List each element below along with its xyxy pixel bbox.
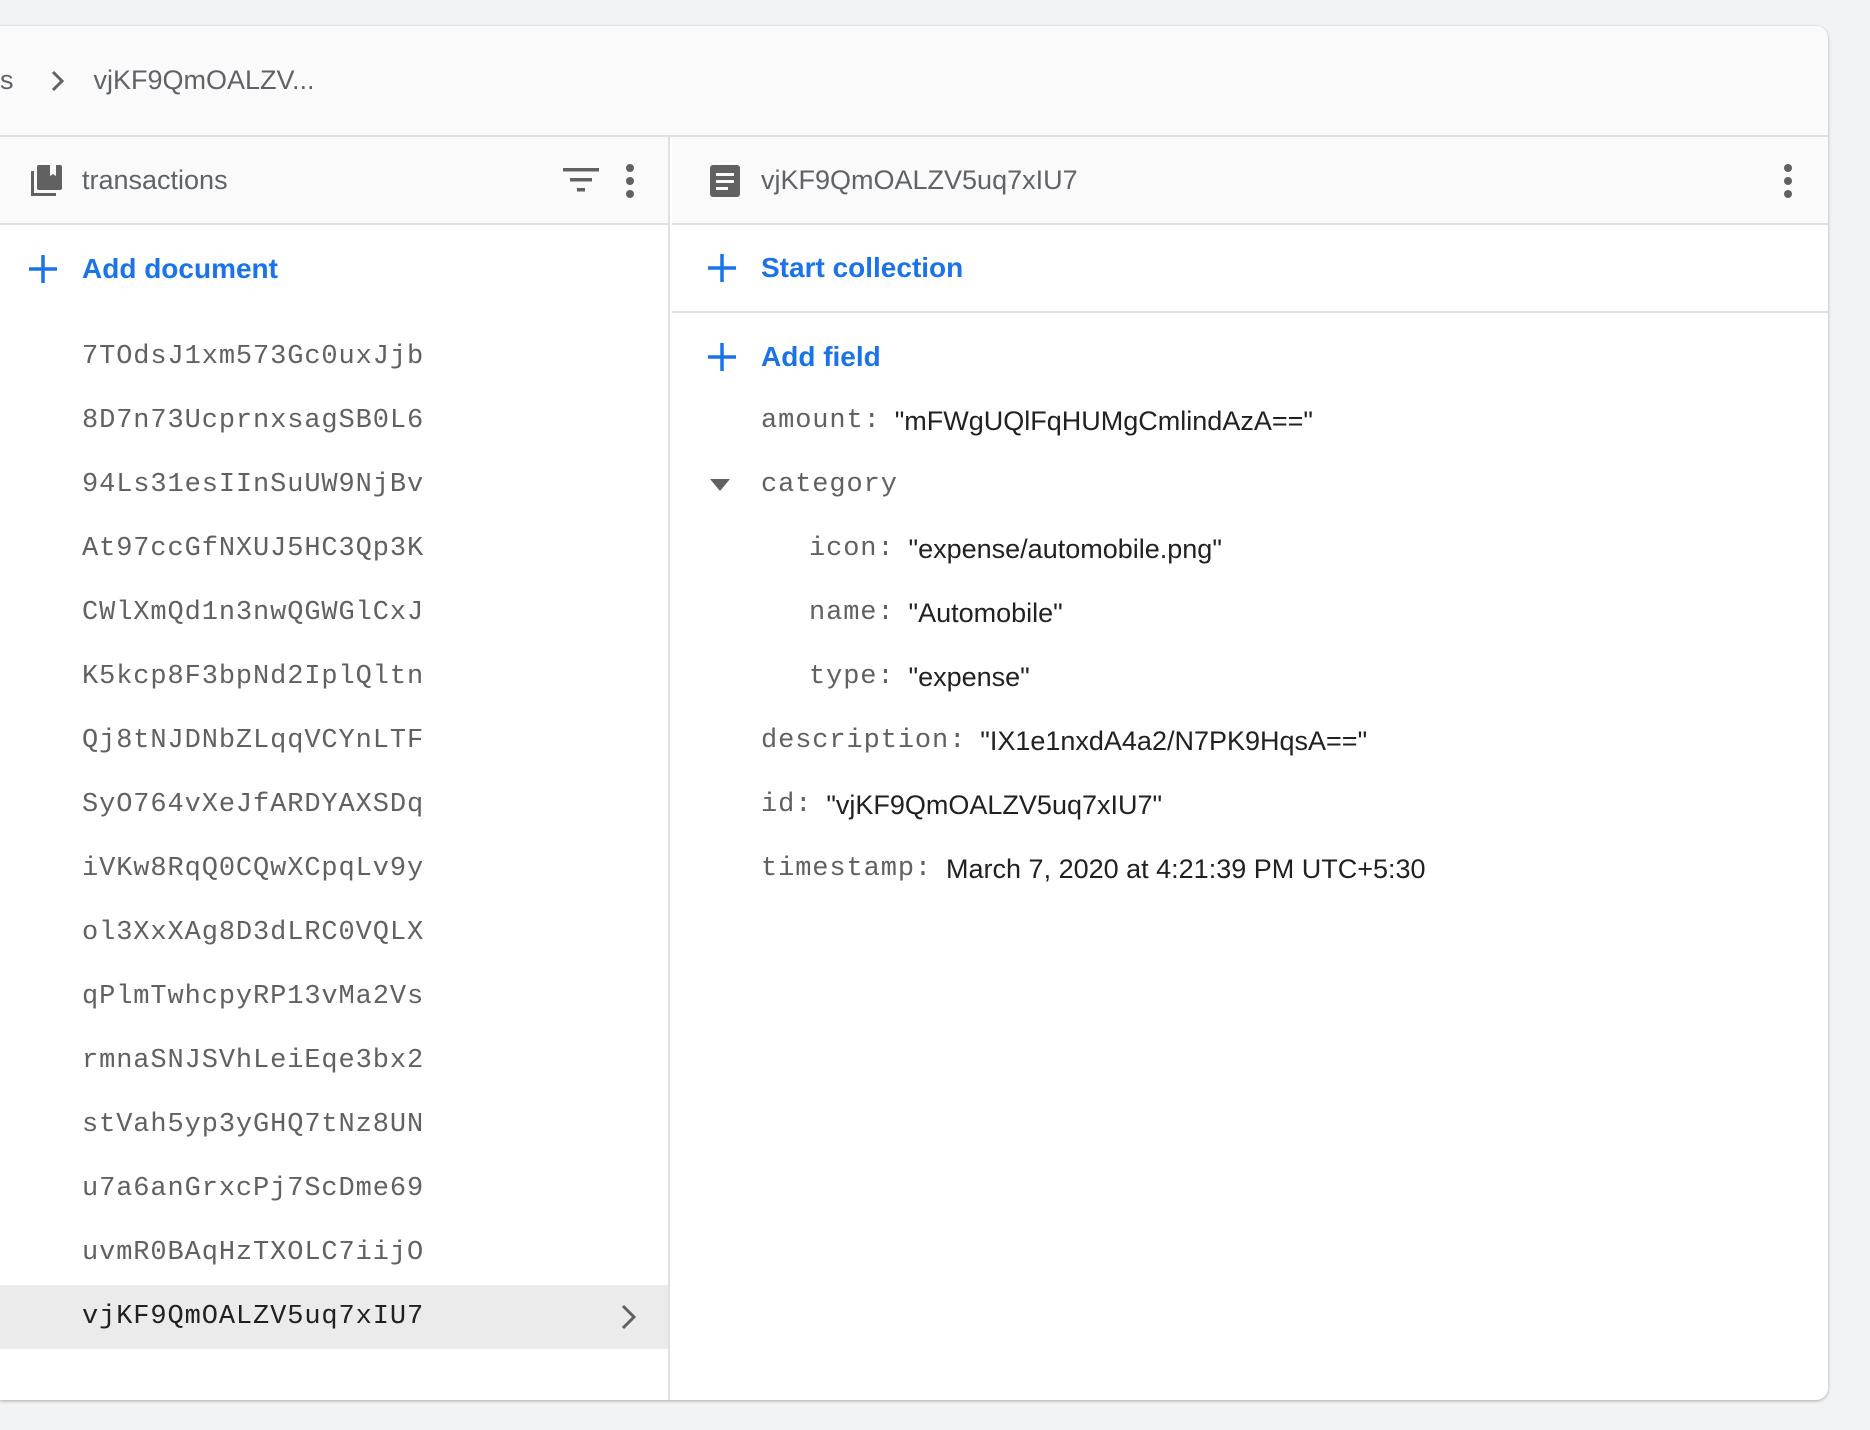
add-field-label: Add field: [761, 341, 881, 372]
document-title: vjKF9QmOALZV5uq7xIU7: [761, 164, 1078, 195]
collection-column: transactions Add document 7TOdsJ1xm573Gc…: [0, 137, 670, 1400]
chevron-right-icon: [51, 70, 64, 91]
document-list-item[interactable]: qPlmTwhcpyRP13vMa2Vs: [0, 965, 668, 1029]
document-id: 7TOdsJ1xm573Gc0uxJjb: [82, 342, 425, 372]
filter-icon[interactable]: [563, 165, 599, 195]
document-list-item[interactable]: CWlXmQd1n3nwQGWGlCxJ: [0, 581, 668, 645]
field-category-name[interactable]: name: "Automobile": [672, 581, 1828, 645]
document-list-item[interactable]: 8D7n73UcprnxsagSB0L6: [0, 389, 668, 453]
document-list-item[interactable]: 94Ls31esIInSuUW9NjBv: [0, 453, 668, 517]
document-column: vjKF9QmOALZV5uq7xIU7 Start collection Ad…: [672, 137, 1828, 1400]
chevron-right-icon: [621, 1304, 637, 1330]
document-list-item[interactable]: K5kcp8F3bpNd2IplQltn: [0, 645, 668, 709]
document-id: At97ccGfNXUJ5HC3Qp3K: [82, 534, 425, 564]
breadcrumb-prev[interactable]: s: [0, 65, 14, 96]
collection-header: transactions: [0, 137, 668, 225]
document-list-item[interactable]: iVKw8RqQ0CQwXCpqLv9y: [0, 837, 668, 901]
document-list-item[interactable]: At97ccGfNXUJ5HC3Qp3K: [0, 517, 668, 581]
field-value: "mFWgUQlFqHUMgCmlindAzA==": [894, 405, 1313, 436]
document-list-item[interactable]: 7TOdsJ1xm573Gc0uxJjb: [0, 325, 668, 389]
document-list-item[interactable]: stVah5yp3yGHQ7tNz8UN: [0, 1093, 668, 1157]
field-key: description:: [761, 726, 967, 756]
more-vert-icon[interactable]: [1783, 163, 1793, 199]
document-list-item[interactable]: ol3XxXAg8D3dLRC0VQLX: [0, 901, 668, 965]
document-id: CWlXmQd1n3nwQGWGlCxJ: [82, 598, 425, 628]
field-description[interactable]: description: "IX1e1nxdA4a2/N7PK9HqsA==": [672, 709, 1828, 773]
document-list-item[interactable]: SyO764vXeJfARDYAXSDq: [0, 773, 668, 837]
add-field-button[interactable]: Add field: [672, 325, 1828, 389]
field-value: "expense/automobile.png": [908, 533, 1222, 564]
document-list: 7TOdsJ1xm573Gc0uxJjb 8D7n73UcprnxsagSB0L6…: [0, 313, 668, 1349]
plus-icon: [29, 255, 57, 283]
field-key: icon:: [809, 534, 895, 564]
field-key: amount:: [761, 406, 881, 436]
field-timestamp[interactable]: timestamp: March 7, 2020 at 4:21:39 PM UT…: [672, 837, 1828, 901]
field-category-icon[interactable]: icon: "expense/automobile.png": [672, 517, 1828, 581]
document-id: qPlmTwhcpyRP13vMa2Vs: [82, 982, 425, 1012]
document-id: uvmR0BAqHzTXOLC7iijO: [82, 1238, 425, 1268]
document-header: vjKF9QmOALZV5uq7xIU7: [672, 137, 1828, 225]
start-collection-button[interactable]: Start collection: [672, 225, 1828, 313]
field-value: "Automobile": [908, 597, 1063, 628]
add-document-label: Add document: [82, 253, 278, 284]
field-value: "vjKF9QmOALZV5uq7xIU7": [826, 789, 1163, 820]
field-key: timestamp:: [761, 854, 933, 884]
field-amount[interactable]: amount: "mFWgUQlFqHUMgCmlindAzA==": [672, 389, 1828, 453]
field-value: "IX1e1nxdA4a2/N7PK9HqsA==": [980, 725, 1368, 756]
document-list-item[interactable]: vjKF9QmOALZV5uq7xIU7: [0, 1285, 668, 1349]
document-id: SyO764vXeJfARDYAXSDq: [82, 790, 425, 820]
field-key: id:: [761, 790, 813, 820]
document-list-item[interactable]: uvmR0BAqHzTXOLC7iijO: [0, 1221, 668, 1285]
plus-icon: [708, 254, 736, 282]
field-key: name:: [809, 598, 895, 628]
field-category-type[interactable]: type: "expense": [672, 645, 1828, 709]
document-list-item[interactable]: u7a6anGrxcPj7ScDme69: [0, 1157, 668, 1221]
document-list-item[interactable]: rmnaSNJSVhLeiEqe3bx2: [0, 1029, 668, 1093]
collection-icon: [31, 165, 62, 196]
document-id: ol3XxXAg8D3dLRC0VQLX: [82, 918, 425, 948]
start-collection-label: Start collection: [761, 252, 964, 283]
document-id: K5kcp8F3bpNd2IplQltn: [82, 662, 425, 692]
collapse-triangle-icon[interactable]: [710, 479, 730, 491]
breadcrumb-current[interactable]: vjKF9QmOALZV...: [94, 65, 315, 96]
add-document-button[interactable]: Add document: [0, 225, 668, 313]
field-key: type:: [809, 662, 895, 692]
document-id: vjKF9QmOALZV5uq7xIU7: [82, 1302, 425, 1332]
firestore-panel: s vjKF9QmOALZV... transactions Add docum…: [0, 26, 1828, 1400]
plus-icon: [708, 343, 736, 371]
breadcrumb: s vjKF9QmOALZV...: [0, 26, 1828, 137]
document-icon: [710, 165, 740, 197]
field-value: March 7, 2020 at 4:21:39 PM UTC+5:30: [946, 853, 1426, 884]
field-key: category: [761, 470, 898, 500]
document-id: Qj8tNJDNbZLqqVCYnLTF: [82, 726, 425, 756]
more-vert-icon[interactable]: [625, 163, 635, 199]
field-category[interactable]: category: [672, 453, 1828, 517]
field-id[interactable]: id: "vjKF9QmOALZV5uq7xIU7": [672, 773, 1828, 837]
document-id: iVKw8RqQ0CQwXCpqLv9y: [82, 854, 425, 884]
document-list-item[interactable]: Qj8tNJDNbZLqqVCYnLTF: [0, 709, 668, 773]
document-id: rmnaSNJSVhLeiEqe3bx2: [82, 1046, 425, 1076]
collection-title: transactions: [82, 164, 228, 195]
document-id: 94Ls31esIInSuUW9NjBv: [82, 470, 425, 500]
document-id: u7a6anGrxcPj7ScDme69: [82, 1174, 425, 1204]
field-value: "expense": [908, 661, 1030, 692]
document-id: stVah5yp3yGHQ7tNz8UN: [82, 1110, 425, 1140]
document-id: 8D7n73UcprnxsagSB0L6: [82, 406, 425, 436]
